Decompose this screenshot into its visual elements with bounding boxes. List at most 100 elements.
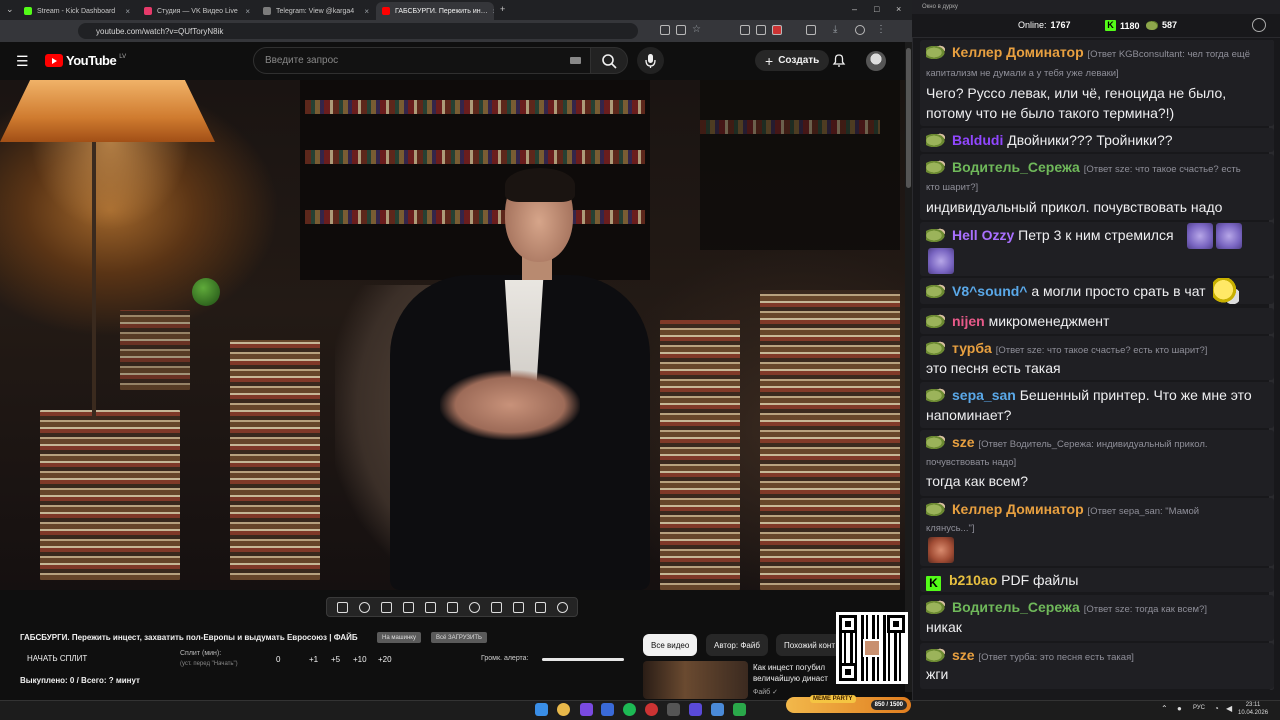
app-taskbar-icon[interactable]: [580, 703, 593, 716]
profile-icon[interactable]: [855, 25, 865, 35]
tab-kick-dashboard[interactable]: Stream - Kick Dashboard ×: [18, 2, 136, 20]
chat-username[interactable]: Hell Ozzy: [952, 227, 1014, 243]
voice-search-button[interactable]: [637, 47, 664, 74]
chat-username[interactable]: nijen: [952, 313, 985, 329]
search-button[interactable]: [590, 47, 628, 74]
chat-settings-icon[interactable]: [1252, 18, 1266, 32]
pill-button-b[interactable]: Всё ЗАГРУЗИТЬ: [431, 632, 487, 643]
duck-emote-icon: [1213, 278, 1239, 304]
hamburger-menu-icon[interactable]: ☰: [16, 53, 29, 70]
app-taskbar-icon[interactable]: [645, 703, 658, 716]
maximize-icon[interactable]: □: [874, 4, 879, 14]
chip-similar[interactable]: Похожий конт: [776, 634, 844, 656]
flask-icon[interactable]: [534, 601, 546, 613]
start-split-button[interactable]: НАЧАТЬ СПЛИТ: [27, 654, 87, 663]
tab-telegram[interactable]: Telegram: View @karga4 ×: [257, 2, 375, 20]
new-tab-button[interactable]: +: [500, 4, 505, 14]
chat-username[interactable]: Келлер Доминатор: [952, 44, 1084, 60]
chat-username[interactable]: sze: [952, 434, 975, 450]
film-icon[interactable]: [402, 601, 414, 613]
tab-close-icon[interactable]: ×: [245, 7, 250, 16]
tab-youtube-active[interactable]: ГАБСБУРГИ. Пережить ин… ×: [376, 2, 494, 20]
chat-username[interactable]: b210ao: [949, 572, 997, 588]
loop-icon[interactable]: [336, 601, 348, 613]
chat-reply-ref: [Ответ sepa_san: "Мамой: [1087, 506, 1200, 517]
close-window-icon[interactable]: ×: [896, 4, 901, 14]
kick-viewers: K 1180: [1105, 20, 1140, 31]
online-counter: Online: 1767: [1018, 20, 1071, 30]
volume-tray-icon[interactable]: ◀: [1226, 704, 1232, 713]
spotify-taskbar-icon[interactable]: [623, 703, 636, 716]
speaker-hair: [505, 168, 575, 202]
chip-author[interactable]: Автор: Файб: [706, 634, 768, 656]
settings-gear-icon[interactable]: [556, 601, 568, 613]
add-20-button[interactable]: +20: [378, 655, 392, 664]
wifi-tray-icon[interactable]: ◔: [1214, 704, 1219, 713]
chat-reply-ref: [Ответ sze: что такое счастье? есть кто …: [995, 345, 1208, 356]
app-taskbar-icon[interactable]: [689, 703, 702, 716]
tab-close-icon[interactable]: ×: [125, 7, 130, 16]
tab-search-icon[interactable]: ⌄: [6, 4, 14, 15]
tab-close-icon[interactable]: ×: [364, 7, 369, 16]
keyboard-icon[interactable]: [570, 57, 581, 64]
chat-username[interactable]: Келлер Доминатор: [952, 501, 1084, 517]
pill-button-a[interactable]: На машинку: [377, 632, 421, 643]
chat-username[interactable]: турба: [952, 340, 992, 356]
tab-close-icon[interactable]: ×: [493, 7, 494, 16]
extension-icon[interactable]: [756, 25, 766, 35]
recommended-video-title[interactable]: Как инцест погубил величайшую династ: [753, 662, 828, 684]
app-taskbar-icon[interactable]: [667, 703, 680, 716]
screenshot-icon[interactable]: [380, 601, 392, 613]
tab-title: ГАБСБУРГИ. Пережить ин…: [395, 7, 488, 15]
add-10-button[interactable]: +10: [353, 655, 367, 664]
speed-icon[interactable]: [468, 601, 480, 613]
chat-username[interactable]: V8^sound^: [952, 283, 1027, 299]
video-player[interactable]: [0, 80, 905, 590]
extensions-puzzle-icon[interactable]: [806, 25, 816, 35]
split-value[interactable]: 0: [276, 655, 280, 664]
notifications-bell-icon[interactable]: [831, 52, 847, 68]
language-indicator[interactable]: РУС: [1193, 705, 1205, 711]
camera-icon[interactable]: [512, 601, 524, 613]
extension-icon[interactable]: [740, 25, 750, 35]
account-avatar[interactable]: [866, 51, 886, 71]
book-stack: [660, 320, 740, 590]
app-taskbar-icon[interactable]: [733, 703, 746, 716]
download-icon[interactable]: ⤓: [833, 24, 837, 35]
address-bar[interactable]: youtube.com/watch?v=QUfToryN8ik: [78, 23, 638, 39]
tab-vk-studio[interactable]: Студия — VK Видео Live ×: [138, 2, 256, 20]
search-input[interactable]: Введите запрос: [253, 47, 591, 74]
tray-chevron-icon[interactable]: ⌃: [1161, 704, 1168, 713]
screen: ⌄ Stream - Kick Dashboard × Студия — VK …: [0, 0, 1280, 720]
frames-icon[interactable]: [446, 601, 458, 613]
chat-username[interactable]: sze: [952, 647, 975, 663]
app-taskbar-icon[interactable]: [601, 703, 614, 716]
app-taskbar-icon[interactable]: [711, 703, 724, 716]
microphone-tray-icon[interactable]: ●: [1177, 704, 1182, 713]
chip-all-videos[interactable]: Все видео: [643, 634, 698, 656]
chat-username[interactable]: Водитель_Сережа: [952, 159, 1080, 175]
minimize-icon[interactable]: –: [852, 4, 857, 14]
chat-username[interactable]: Водитель_Сережа: [952, 599, 1080, 615]
create-button[interactable]: + Создать: [755, 50, 830, 71]
system-clock[interactable]: 23:11 10.04.2026: [1238, 701, 1268, 717]
add-1-button[interactable]: +1: [309, 655, 318, 664]
add-clip-icon[interactable]: [490, 601, 502, 613]
recommended-channel[interactable]: Файб ✓: [753, 688, 778, 696]
chat-line: Hell Ozzy Петр 3 к ним стремился: [926, 227, 1174, 243]
youtube-logo[interactable]: YouTube LV: [45, 53, 126, 68]
start-windows-icon[interactable]: [535, 703, 548, 716]
chat-username[interactable]: Baldudi: [952, 132, 1003, 148]
bookmark-star-icon[interactable]: ☆: [692, 24, 701, 35]
recommended-video-thumbnail[interactable]: [643, 661, 748, 699]
extension-icon[interactable]: [676, 25, 686, 35]
chat-username[interactable]: sepa_san: [952, 387, 1016, 403]
picture-in-picture-icon[interactable]: [424, 601, 436, 613]
browser-menu-icon[interactable]: ⋮: [876, 24, 886, 35]
page-scrollbar-thumb[interactable]: [906, 48, 911, 188]
audio-icon[interactable]: [358, 601, 370, 613]
extension-icon[interactable]: [772, 25, 782, 35]
add-5-button[interactable]: +5: [331, 655, 340, 664]
extension-icon[interactable]: [660, 25, 670, 35]
chrome-taskbar-icon[interactable]: [557, 703, 570, 716]
